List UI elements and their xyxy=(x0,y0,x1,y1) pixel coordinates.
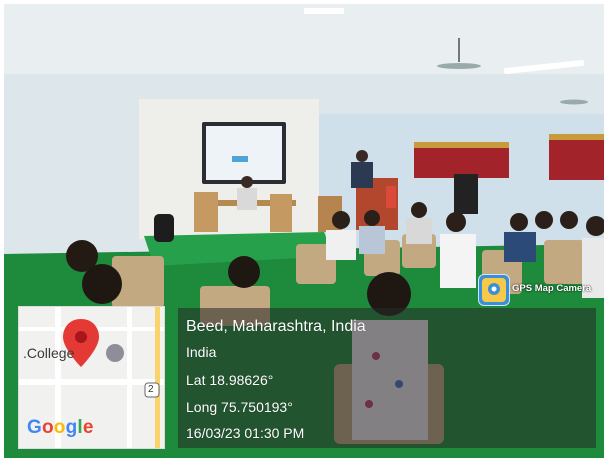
road-number-label: 2 xyxy=(148,384,154,395)
google-logo-letter: G xyxy=(27,417,42,438)
location-title: Beed, Maharashtra, India xyxy=(186,318,366,335)
tv-display xyxy=(206,126,282,180)
photo-frame: .College 2 Google GPS Map Camera Beed, M… xyxy=(4,4,604,458)
longitude-label: Long 75.750193° xyxy=(186,399,293,415)
backpack xyxy=(154,214,174,242)
speaker-body xyxy=(351,162,373,188)
slide-graphic xyxy=(232,156,248,162)
seated-person-head xyxy=(241,176,253,188)
ceiling-fan xyxy=(437,63,481,69)
ceiling-light xyxy=(304,8,344,14)
speaker-head xyxy=(356,150,368,162)
datetime-label: 16/03/23 01:30 PM xyxy=(186,425,305,441)
latitude-label: Lat 18.98626° xyxy=(186,372,274,388)
curtain-valance xyxy=(549,134,604,140)
country-label: India xyxy=(186,344,217,360)
google-logo-letter: g xyxy=(65,417,78,438)
curtain xyxy=(414,144,509,178)
podium-emblem xyxy=(386,186,396,208)
curtain-valance xyxy=(414,142,509,148)
map-thumbnail[interactable]: .College 2 Google xyxy=(18,306,165,449)
loudspeaker xyxy=(454,174,478,214)
wooden-chair xyxy=(194,192,218,232)
gps-map-camera-label: GPS Map Camera xyxy=(512,283,592,294)
seated-person-body xyxy=(237,188,257,210)
curtain xyxy=(549,136,604,180)
google-logo-letter: e xyxy=(82,417,94,438)
ceiling-fan xyxy=(560,99,588,105)
google-logo-letter: o xyxy=(53,417,66,438)
google-logo-letter: o xyxy=(41,417,54,438)
map-place-label: .College xyxy=(23,345,75,361)
gps-map-camera-icon xyxy=(478,274,510,306)
wooden-chair xyxy=(270,194,292,232)
google-logo: Google xyxy=(27,417,94,439)
